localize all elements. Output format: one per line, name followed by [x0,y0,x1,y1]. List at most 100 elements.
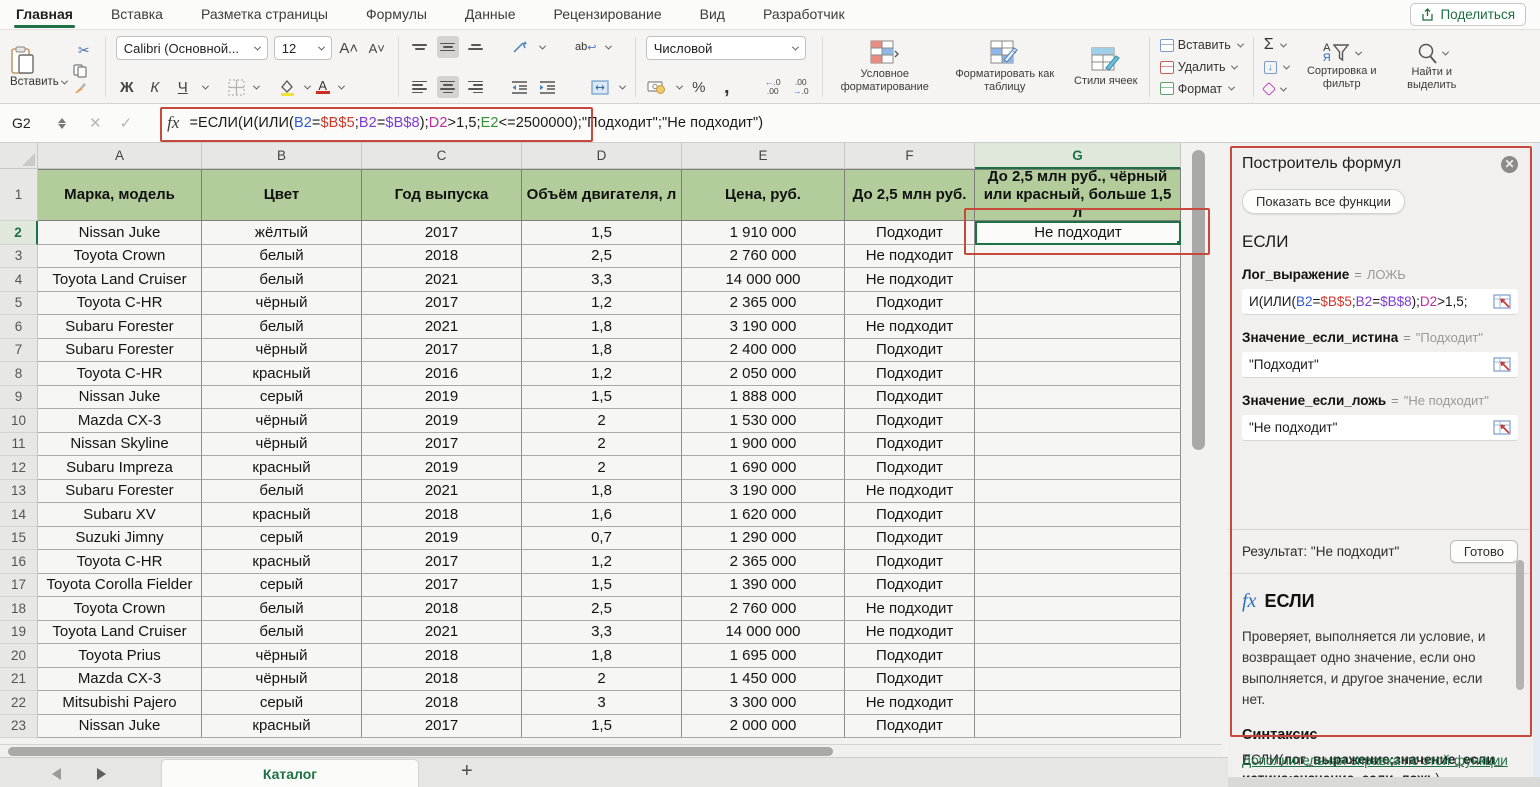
underline-button[interactable]: Ч [172,76,194,98]
horizontal-scrollbar-track[interactable] [0,744,1222,757]
row-header-15[interactable]: 15 [0,527,38,551]
grid-cell[interactable]: 2 365 000 [682,550,845,574]
grid-cell[interactable]: Подходит [845,574,975,598]
increase-decimal-icon[interactable]: ←.0.00 [762,76,784,98]
grid-cell[interactable]: 2018 [362,691,522,715]
font-name-select[interactable]: Calibri (Основной... [116,36,268,60]
row-header-17[interactable]: 17 [0,574,38,598]
row-header-22[interactable]: 22 [0,691,38,715]
grid-cell[interactable]: белый [202,621,362,645]
grid-cell[interactable]: белый [202,597,362,621]
grid-cell[interactable]: 2019 [362,456,522,480]
grid-cell[interactable] [975,691,1181,715]
grid-cell[interactable]: чёрный [202,433,362,457]
grid-cell[interactable]: 2017 [362,433,522,457]
grid-cell[interactable]: 1,8 [522,315,682,339]
grid-cell[interactable] [975,315,1181,339]
align-top-icon[interactable] [409,36,431,58]
grid-cell[interactable]: белый [202,480,362,504]
grid-cell[interactable] [975,527,1181,551]
table-header-cell[interactable]: Год выпуска [362,169,522,221]
grid-cell[interactable]: 0,7 [522,527,682,551]
grid-cell[interactable]: чёрный [202,409,362,433]
grid-cell[interactable]: 1,2 [522,362,682,386]
align-middle-icon[interactable] [437,36,459,58]
align-bottom-icon[interactable] [465,36,487,58]
grid-cell[interactable]: 3 190 000 [682,480,845,504]
align-center-icon[interactable] [437,76,459,98]
grid-cell[interactable]: Mazda CX-3 [38,668,202,692]
grid-cell[interactable]: Подходит [845,715,975,739]
borders-icon[interactable] [228,79,245,96]
ribbon-tab-0[interactable]: Главная [14,1,75,28]
grid-cell[interactable]: Toyota C-HR [38,292,202,316]
grid-cell[interactable]: Nissan Juke [38,221,202,245]
ribbon-tab-1[interactable]: Вставка [109,1,165,28]
grid-cell[interactable]: Не подходит [845,480,975,504]
ribbon-tab-5[interactable]: Рецензирование [552,1,664,28]
grid-cell[interactable]: Подходит [845,527,975,551]
grid-cell[interactable]: 1,8 [522,339,682,363]
spreadsheet-grid[interactable]: ABCDEFG 1Марка, модельЦветГод выпускаОбъ… [0,143,1222,744]
grid-cell[interactable] [975,292,1181,316]
row-header-8[interactable]: 8 [0,362,38,386]
wrap-text-icon[interactable]: ab↩ [575,36,597,58]
grid-cell[interactable]: 2 000 000 [682,715,845,739]
delete-cells-button[interactable]: Удалить [1160,58,1243,77]
grid-cell[interactable] [975,268,1181,292]
grid-cell[interactable]: 1 290 000 [682,527,845,551]
grid-cell[interactable]: 2 760 000 [682,245,845,269]
decrease-font-icon[interactable]: A˅ [366,37,388,59]
grid-cell[interactable]: 1,8 [522,644,682,668]
grid-cell[interactable]: 3,3 [522,268,682,292]
grid-cell[interactable]: серый [202,691,362,715]
orientation-icon[interactable] [509,36,531,58]
name-box-stepper[interactable] [58,118,66,129]
grid-cell[interactable]: Toyota C-HR [38,362,202,386]
row-header-3[interactable]: 3 [0,245,38,269]
clear-button[interactable] [1264,79,1289,99]
row-header-16[interactable]: 16 [0,550,38,574]
grid-cell[interactable]: 2 760 000 [682,597,845,621]
row-header-20[interactable]: 20 [0,644,38,668]
fill-handle[interactable] [1176,240,1181,245]
grid-cell[interactable]: 1 390 000 [682,574,845,598]
grid-cell[interactable]: 2 [522,433,682,457]
grid-cell[interactable]: 1 450 000 [682,668,845,692]
range-picker-icon[interactable] [1493,357,1511,372]
ribbon-tab-3[interactable]: Формулы [364,1,429,28]
grid-cell[interactable]: Nissan Skyline [38,433,202,457]
format-painter-icon[interactable] [73,81,95,95]
grid-cell[interactable]: 2 [522,456,682,480]
paste-button[interactable]: Вставить [10,46,67,88]
show-all-functions-button[interactable]: Показать все функции [1242,189,1405,214]
grid-cell[interactable]: Подходит [845,339,975,363]
grid-cell[interactable]: чёрный [202,292,362,316]
italic-button[interactable]: К [144,76,166,98]
row-header-14[interactable]: 14 [0,503,38,527]
grid-cell[interactable]: 1,5 [522,715,682,739]
grid-cell[interactable]: 2021 [362,621,522,645]
prev-sheet-icon[interactable] [52,768,61,780]
grid-cell[interactable] [975,339,1181,363]
font-size-select[interactable]: 12 [274,36,332,60]
column-header-B[interactable]: B [202,143,362,169]
grid-cell[interactable]: красный [202,550,362,574]
grid-cell[interactable]: красный [202,362,362,386]
grid-cell[interactable] [975,362,1181,386]
column-header-D[interactable]: D [522,143,682,169]
grid-cell[interactable]: 1 900 000 [682,433,845,457]
fill-color-icon[interactable] [279,79,296,96]
cell-styles-button[interactable]: Стили ячеек [1073,47,1139,88]
grid-cell[interactable] [975,245,1181,269]
grid-cell[interactable]: Toyota C-HR [38,550,202,574]
row-header-2[interactable]: 2 [0,221,38,245]
row-header-9[interactable]: 9 [0,386,38,410]
grid-cell[interactable]: Subaru XV [38,503,202,527]
column-header-F[interactable]: F [845,143,975,169]
grid-cell[interactable]: чёрный [202,668,362,692]
grid-cell[interactable]: 2017 [362,550,522,574]
sort-filter-button[interactable]: АЯ Сортировка и фильтр [1301,43,1383,90]
row-header-19[interactable]: 19 [0,621,38,645]
grid-cell[interactable]: 2 [522,409,682,433]
